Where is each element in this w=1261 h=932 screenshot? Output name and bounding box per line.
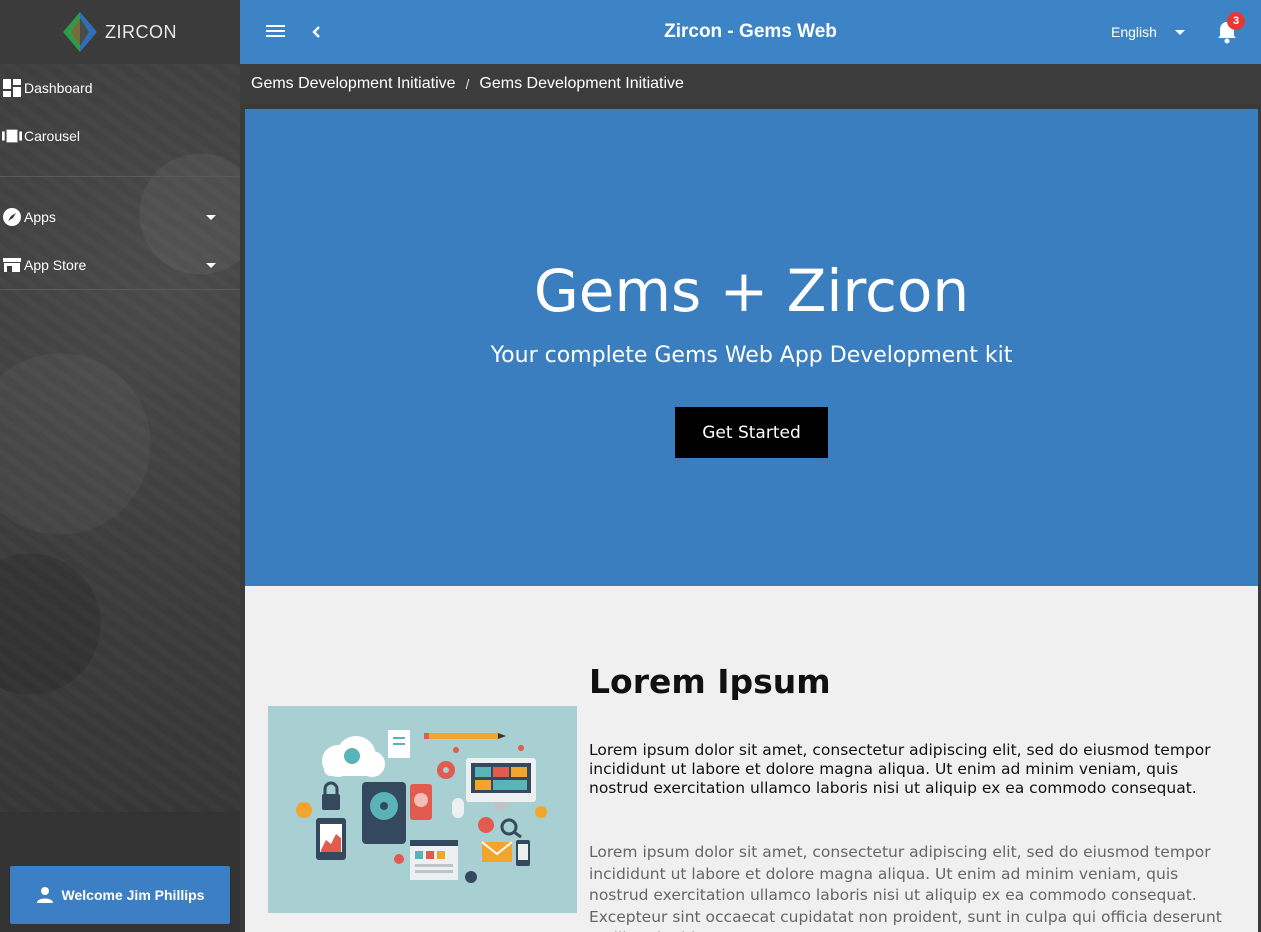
breadcrumb: Gems Development Initiative / Gems Devel… xyxy=(240,64,1261,104)
sidebar-nav: Dashboard Carousel Apps App Store xyxy=(0,64,240,290)
main-content: Gems + Zircon Your complete Gems Web App… xyxy=(245,109,1258,932)
hero-title: Gems + Zircon xyxy=(533,257,970,325)
zircon-gem-logo-icon xyxy=(63,12,97,52)
language-select[interactable]: English xyxy=(1111,24,1185,40)
sidebar-item-apps[interactable]: Apps xyxy=(0,193,240,241)
breadcrumb-item[interactable]: Gems Development Initiative xyxy=(251,75,456,93)
sidebar-item-label: Apps xyxy=(24,209,56,225)
chevron-down-icon[interactable] xyxy=(206,262,216,268)
sidebar-footer: Welcome Jim Phillips xyxy=(0,812,240,932)
chevron-down-icon[interactable] xyxy=(206,214,216,220)
compass-icon xyxy=(2,207,22,227)
breadcrumb-item-current: Gems Development Initiative xyxy=(479,75,684,92)
hero-subtitle: Your complete Gems Web App Development k… xyxy=(490,343,1013,368)
person-icon xyxy=(36,887,53,903)
section-paragraph: Lorem ipsum dolor sit amet, consectetur … xyxy=(589,741,1211,797)
tech-illustration xyxy=(268,706,577,913)
notification-badge: 3 xyxy=(1227,12,1245,30)
section-paragraph-secondary: Lorem ipsum dolor sit amet, consectetur … xyxy=(589,843,1222,932)
language-label: English xyxy=(1111,24,1157,40)
sidebar-item-dashboard[interactable]: Dashboard xyxy=(0,64,240,112)
chevron-down-icon xyxy=(1174,29,1185,35)
breadcrumb-separator: / xyxy=(465,76,470,92)
sidebar-divider xyxy=(0,176,240,177)
app-root: ZIRCON Dashboard Carousel Apps App Store… xyxy=(0,0,1261,932)
top-app-bar: Zircon - Gems Web English 3 xyxy=(240,0,1261,64)
section-title: Lorem Ipsum xyxy=(589,662,831,701)
sidebar-item-app-store[interactable]: App Store xyxy=(0,241,240,289)
sidebar-divider xyxy=(0,289,240,290)
app-title: Zircon - Gems Web xyxy=(664,21,837,42)
cloud-icon xyxy=(322,736,385,777)
user-welcome-button[interactable]: Welcome Jim Phillips xyxy=(10,866,230,924)
sidebar-item-carousel[interactable]: Carousel xyxy=(0,112,240,160)
sidebar-item-label: Carousel xyxy=(24,128,81,144)
carousel-icon xyxy=(2,126,22,146)
brand-name: ZIRCON xyxy=(105,21,177,42)
sidebar-item-label: App Store xyxy=(24,257,87,273)
get-started-button[interactable]: Get Started xyxy=(675,407,828,458)
sidebar: ZIRCON Dashboard Carousel Apps App Store… xyxy=(0,0,240,932)
welcome-label: Welcome Jim Phillips xyxy=(61,887,205,903)
hero-banner: Gems + Zircon Your complete Gems Web App… xyxy=(245,109,1258,586)
brand[interactable]: ZIRCON xyxy=(0,0,240,64)
sidebar-item-label: Dashboard xyxy=(24,80,93,96)
store-icon xyxy=(2,255,22,275)
dashboard-icon xyxy=(2,78,22,98)
